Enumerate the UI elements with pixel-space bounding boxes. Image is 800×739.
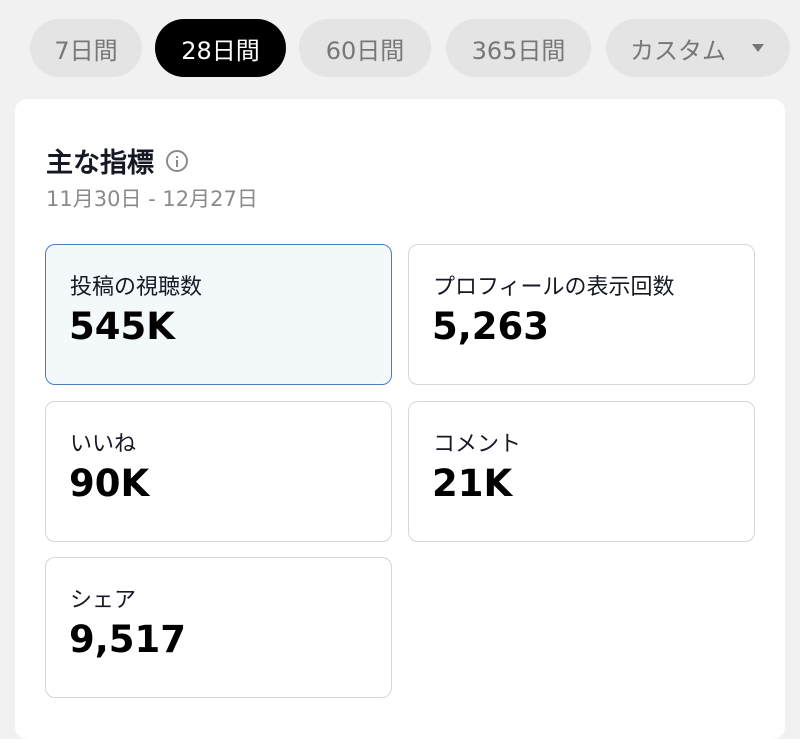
metric-comments[interactable]: コメント 21K	[408, 401, 755, 542]
metric-value: 5,263	[432, 305, 550, 348]
metric-post-views[interactable]: 投稿の視聴数 545K	[45, 244, 392, 385]
tab-custom[interactable]: カスタム	[606, 19, 790, 77]
tab-28-days[interactable]: 28日間	[155, 19, 286, 77]
metric-shares[interactable]: シェア 9,517	[45, 557, 392, 698]
metric-label: いいね	[70, 432, 137, 457]
card-title: 主な指標	[46, 148, 154, 179]
metric-profile-views[interactable]: プロフィールの表示回数 5,263	[408, 244, 755, 385]
tab-365-days[interactable]: 365日間	[446, 19, 591, 77]
metric-likes[interactable]: いいね 90K	[45, 401, 392, 542]
metric-value: 21K	[432, 462, 513, 505]
info-icon[interactable]	[166, 149, 188, 172]
card-header: 主な指標	[46, 141, 188, 180]
metric-label: プロフィールの表示回数	[433, 275, 675, 300]
date-range-tabs: 7日間 28日間 60日間 365日間 カスタム	[0, 0, 800, 90]
metric-label: シェア	[70, 588, 137, 613]
metric-value: 90K	[69, 462, 150, 505]
tab-custom-label: カスタム	[630, 36, 726, 65]
metric-label: 投稿の視聴数	[70, 275, 203, 300]
date-range-label: 11月30日 - 12月27日	[46, 187, 258, 211]
tab-60-days[interactable]: 60日間	[299, 19, 431, 77]
caret-down-icon	[752, 44, 764, 52]
metric-label: コメント	[433, 432, 522, 457]
key-metrics-card: 主な指標 11月30日 - 12月27日 投稿の視聴数 545K プロフィールの…	[15, 99, 785, 739]
tab-7-days[interactable]: 7日間	[30, 19, 142, 77]
metric-value: 545K	[69, 305, 175, 348]
metric-value: 9,517	[69, 618, 187, 661]
